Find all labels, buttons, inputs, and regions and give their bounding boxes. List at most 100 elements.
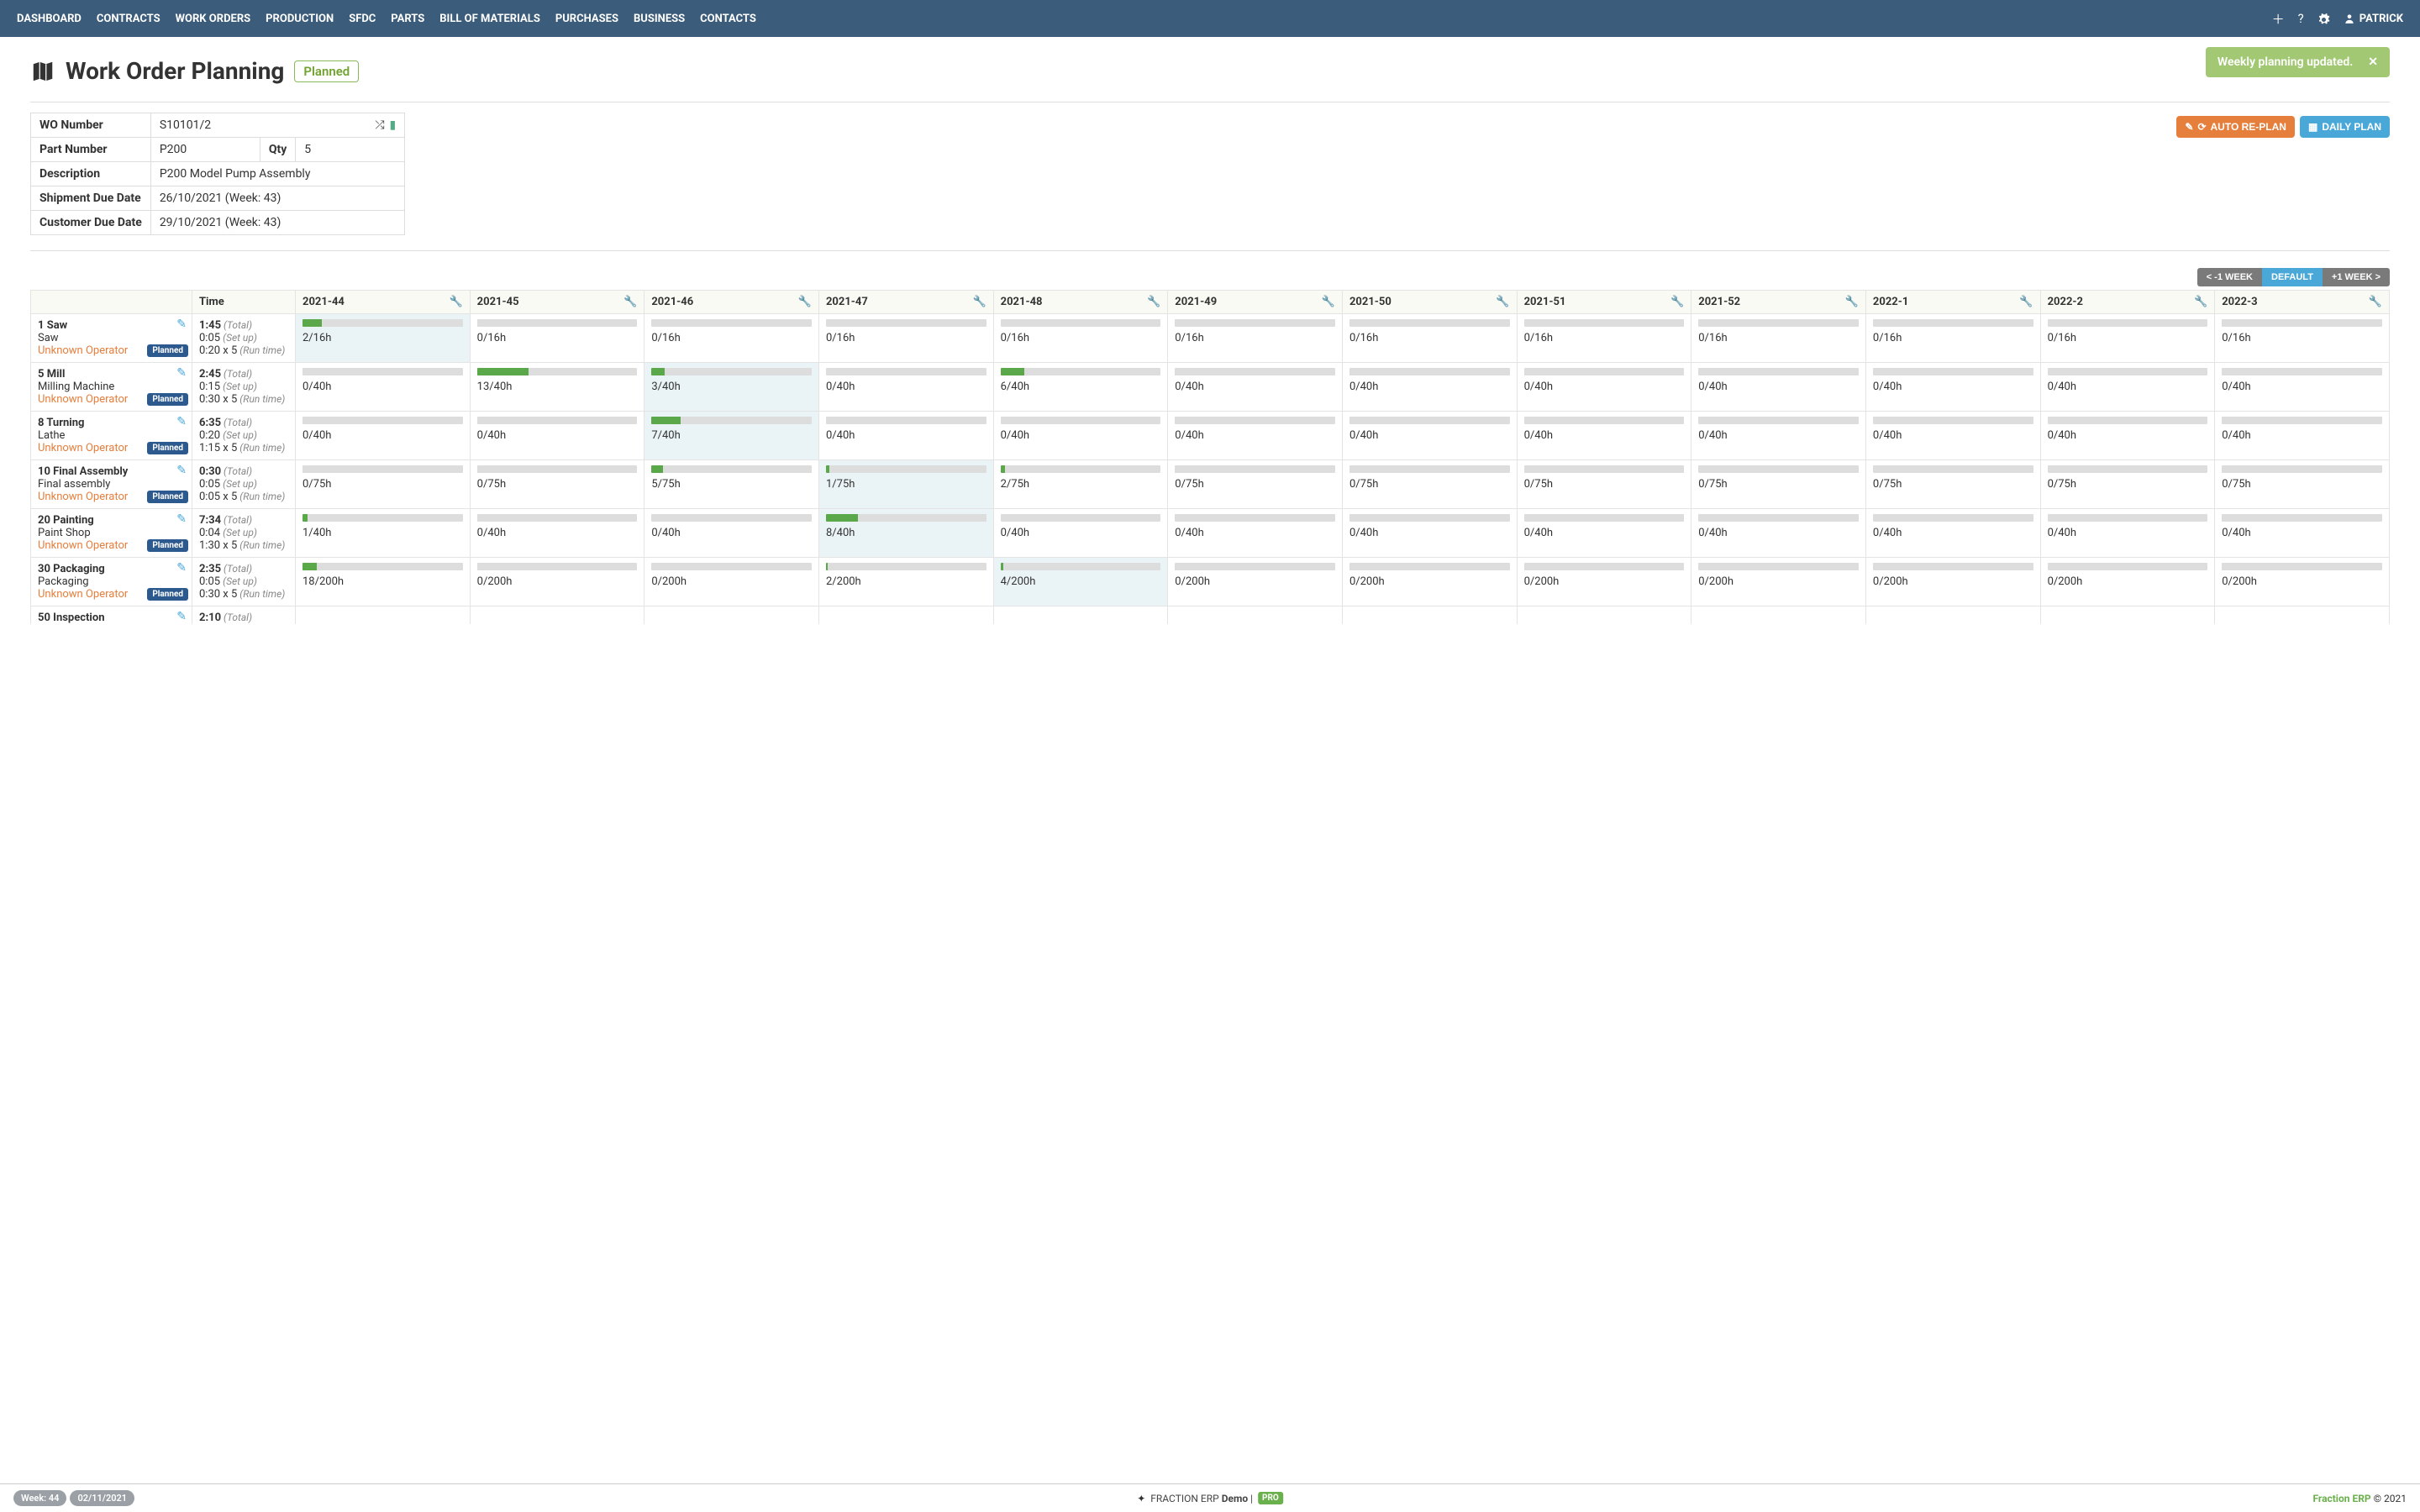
capacity-cell[interactable]: 0/16h	[993, 314, 1168, 363]
capacity-cell[interactable]: 0/75h	[2040, 460, 2215, 509]
capacity-cell[interactable]: 0/40h	[2040, 509, 2215, 558]
capacity-cell[interactable]: 0/40h	[1168, 363, 1343, 412]
capacity-cell[interactable]: 0/40h	[818, 363, 993, 412]
capacity-cell[interactable]: 0/16h	[1865, 314, 2040, 363]
capacity-cell[interactable]: 0/40h	[1517, 412, 1691, 460]
gear-icon[interactable]	[2317, 11, 2330, 26]
wrench-icon[interactable]: 🔧	[2194, 296, 2207, 308]
capacity-cell[interactable]: 0/40h	[1517, 509, 1691, 558]
capacity-cell[interactable]: 0/75h	[1168, 460, 1343, 509]
capacity-cell[interactable]: 0/40h	[2215, 363, 2390, 412]
wrench-icon[interactable]: 🔧	[623, 296, 637, 308]
capacity-cell[interactable]: 0/200h	[1865, 558, 2040, 606]
capacity-cell[interactable]: 0/40h	[296, 412, 471, 460]
capacity-cell[interactable]: 2/200h	[818, 558, 993, 606]
prev-week-button[interactable]: < -1 WEEK	[2197, 268, 2262, 286]
help-icon[interactable]: ?	[2298, 11, 2304, 26]
capacity-cell[interactable]: 0/40h	[1342, 363, 1517, 412]
daily-plan-button[interactable]: ▦ DAILY PLAN	[2300, 116, 2390, 138]
capacity-cell[interactable]: 0/40h	[993, 509, 1168, 558]
capacity-cell[interactable]: 0/40h	[1342, 412, 1517, 460]
plus-icon[interactable]: ＋	[2272, 10, 2285, 28]
capacity-cell[interactable]: 2/16h	[296, 314, 471, 363]
capacity-cell[interactable]: 0/16h	[818, 314, 993, 363]
capacity-cell[interactable]: 0/16h	[2040, 314, 2215, 363]
capacity-cell[interactable]: 0/40h	[1517, 363, 1691, 412]
capacity-cell[interactable]: 0/75h	[296, 460, 471, 509]
capacity-cell[interactable]: 0/200h	[1342, 558, 1517, 606]
nav-item[interactable]: DASHBOARD	[17, 13, 82, 25]
wrench-icon[interactable]: 🔧	[1845, 296, 1859, 308]
capacity-cell[interactable]: 0/40h	[1865, 363, 2040, 412]
shuffle-icon[interactable]: ⤮	[375, 118, 384, 132]
capacity-cell[interactable]: 0/40h	[1342, 509, 1517, 558]
capacity-cell[interactable]: 0/40h	[1865, 509, 2040, 558]
capacity-cell[interactable]: 0/75h	[1517, 460, 1691, 509]
capacity-cell[interactable]: 0/40h	[1168, 509, 1343, 558]
capacity-cell[interactable]: 0/16h	[470, 314, 644, 363]
wrench-icon[interactable]: 🔧	[972, 296, 986, 308]
edit-icon[interactable]: ✎	[176, 561, 187, 575]
close-icon[interactable]: ✕	[2368, 55, 2378, 69]
nav-item[interactable]: CONTACTS	[700, 13, 756, 25]
user-icon[interactable]: PATRICK	[2344, 13, 2403, 25]
file-icon[interactable]: ▮	[390, 118, 397, 132]
wrench-icon[interactable]: 🔧	[1496, 296, 1509, 308]
capacity-cell[interactable]: 0/40h	[1168, 412, 1343, 460]
next-week-button[interactable]: +1 WEEK >	[2323, 268, 2390, 286]
capacity-cell[interactable]: 0/16h	[1691, 314, 1866, 363]
capacity-cell[interactable]: 6/40h	[993, 363, 1168, 412]
nav-item[interactable]: SFDC	[349, 13, 376, 25]
capacity-cell[interactable]: 0/40h	[818, 412, 993, 460]
wrench-icon[interactable]: 🔧	[798, 296, 812, 308]
capacity-cell[interactable]: 0/16h	[1342, 314, 1517, 363]
capacity-cell[interactable]: 18/200h	[296, 558, 471, 606]
capacity-cell[interactable]: 0/16h	[1517, 314, 1691, 363]
capacity-cell[interactable]: 0/16h	[644, 314, 819, 363]
capacity-cell[interactable]: 0/40h	[2215, 509, 2390, 558]
nav-item[interactable]: PARTS	[391, 13, 424, 25]
capacity-cell[interactable]: 0/200h	[1168, 558, 1343, 606]
wrench-icon[interactable]: 🔧	[1322, 296, 1335, 308]
nav-item[interactable]: BUSINESS	[634, 13, 685, 25]
capacity-cell[interactable]: 0/40h	[470, 412, 644, 460]
capacity-cell[interactable]: 0/200h	[2215, 558, 2390, 606]
capacity-cell[interactable]: 0/40h	[1691, 509, 1866, 558]
capacity-cell[interactable]: 7/40h	[644, 412, 819, 460]
capacity-cell[interactable]: 0/75h	[470, 460, 644, 509]
capacity-cell[interactable]: 0/200h	[470, 558, 644, 606]
capacity-cell[interactable]: 0/40h	[1865, 412, 2040, 460]
capacity-cell[interactable]: 0/40h	[1691, 363, 1866, 412]
capacity-cell[interactable]: 4/200h	[993, 558, 1168, 606]
auto-replan-button[interactable]: ✎ ⟳ AUTO RE-PLAN	[2176, 116, 2295, 138]
nav-item[interactable]: CONTRACTS	[97, 13, 160, 25]
capacity-cell[interactable]: 0/200h	[644, 558, 819, 606]
capacity-cell[interactable]: 0/200h	[1517, 558, 1691, 606]
capacity-cell[interactable]: 0/75h	[1865, 460, 2040, 509]
wrench-icon[interactable]: 🔧	[2019, 296, 2033, 308]
capacity-cell[interactable]: 0/75h	[2215, 460, 2390, 509]
capacity-cell[interactable]: 0/75h	[1691, 460, 1866, 509]
edit-icon[interactable]: ✎	[176, 610, 187, 623]
capacity-cell[interactable]: 0/40h	[644, 509, 819, 558]
wrench-icon[interactable]: 🔧	[1147, 296, 1160, 308]
capacity-cell[interactable]: 2/75h	[993, 460, 1168, 509]
capacity-cell[interactable]: 0/40h	[2040, 363, 2215, 412]
nav-item[interactable]: BILL OF MATERIALS	[439, 13, 540, 25]
capacity-cell[interactable]: 1/75h	[818, 460, 993, 509]
edit-icon[interactable]: ✎	[176, 366, 187, 380]
capacity-cell[interactable]: 5/75h	[644, 460, 819, 509]
capacity-cell[interactable]: 0/40h	[470, 509, 644, 558]
capacity-cell[interactable]: 0/75h	[1342, 460, 1517, 509]
capacity-cell[interactable]: 8/40h	[818, 509, 993, 558]
capacity-cell[interactable]: 13/40h	[470, 363, 644, 412]
wrench-icon[interactable]: 🔧	[2369, 296, 2382, 308]
capacity-cell[interactable]: 0/200h	[2040, 558, 2215, 606]
nav-item[interactable]: PRODUCTION	[266, 13, 334, 25]
wrench-icon[interactable]: 🔧	[449, 296, 462, 308]
nav-item[interactable]: PURCHASES	[555, 13, 618, 25]
edit-icon[interactable]: ✎	[176, 318, 187, 331]
edit-icon[interactable]: ✎	[176, 512, 187, 526]
edit-icon[interactable]: ✎	[176, 464, 187, 477]
capacity-cell[interactable]: 0/40h	[1691, 412, 1866, 460]
